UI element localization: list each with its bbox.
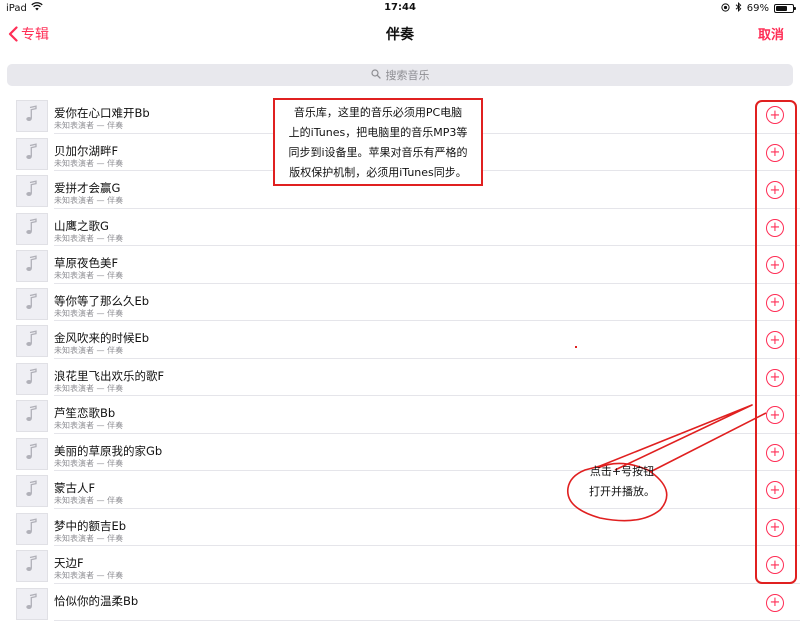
song-row[interactable]: 金风吹来的时候Eb未知表演者 — 伴奏+ <box>0 321 800 359</box>
song-title: 山鹰之歌G <box>54 218 109 234</box>
song-row[interactable]: 恰似你的温柔Bb + <box>0 584 800 621</box>
music-note-icon <box>25 518 39 540</box>
library-annotation: 音乐库，这里的音乐必须用PC电脑 上的iTunes，把电脑里的音乐MP3等 同步… <box>273 98 483 186</box>
song-row[interactable]: 蒙古人F未知表演者 — 伴奏+ <box>0 471 800 509</box>
artwork-placeholder <box>16 400 48 432</box>
music-note-icon <box>25 105 39 127</box>
song-row[interactable]: 山鹰之歌G未知表演者 — 伴奏+ <box>0 209 800 247</box>
song-row[interactable]: 浪花里飞出欢乐的歌F未知表演者 — 伴奏+ <box>0 359 800 397</box>
music-note-icon <box>25 555 39 577</box>
artwork-placeholder <box>16 175 48 207</box>
song-subtitle: 未知表演者 — 伴奏 <box>54 533 123 544</box>
song-subtitle: 未知表演者 — 伴奏 <box>54 158 123 169</box>
status-right: 69% <box>721 2 794 15</box>
cancel-button[interactable]: 取消 <box>758 24 784 43</box>
search-input[interactable]: 搜索音乐 <box>7 64 793 86</box>
search-placeholder: 搜索音乐 <box>386 67 430 83</box>
annotation-line: 音乐库，这里的音乐必须用PC电脑 <box>275 103 481 123</box>
music-note-icon <box>25 218 39 240</box>
song-subtitle: 未知表演者 — 伴奏 <box>54 233 123 244</box>
song-subtitle: 未知表演者 — 伴奏 <box>54 195 123 206</box>
song-title: 蒙古人F <box>54 480 95 496</box>
music-note-icon <box>25 405 39 427</box>
callout-line: 点击+号按钮 <box>572 462 672 482</box>
song-row[interactable]: 草原夜色美F未知表演者 — 伴奏+ <box>0 246 800 284</box>
artwork-placeholder <box>16 438 48 470</box>
song-subtitle: 未知表演者 — 伴奏 <box>54 120 123 131</box>
battery-icon <box>774 4 794 13</box>
music-note-icon <box>25 443 39 465</box>
artwork-placeholder <box>16 250 48 282</box>
song-title: 天边F <box>54 555 84 571</box>
battery-percent: 69% <box>747 3 769 14</box>
music-note-icon <box>25 480 39 502</box>
artwork-placeholder <box>16 550 48 582</box>
bluetooth-icon <box>735 2 742 15</box>
artwork-placeholder <box>16 588 48 620</box>
artwork-placeholder <box>16 475 48 507</box>
song-row[interactable]: 天边F未知表演者 — 伴奏+ <box>0 546 800 584</box>
annotation-line: 上的iTunes，把电脑里的音乐MP3等 <box>275 123 481 143</box>
music-note-icon <box>25 180 39 202</box>
song-title: 梦中的额吉Eb <box>54 518 126 534</box>
callout-line: 打开并播放。 <box>572 482 672 502</box>
song-row[interactable]: 梦中的额吉Eb未知表演者 — 伴奏+ <box>0 509 800 547</box>
song-title: 美丽的草原我的家Gb <box>54 443 162 459</box>
nav-bar: 专辑 伴奏 取消 <box>0 16 800 50</box>
song-title: 等你等了那么久Eb <box>54 293 149 309</box>
location-icon <box>721 3 730 15</box>
artwork-placeholder <box>16 288 48 320</box>
artwork-placeholder <box>16 138 48 170</box>
song-row[interactable]: 等你等了那么久Eb未知表演者 — 伴奏+ <box>0 284 800 322</box>
artwork-placeholder <box>16 213 48 245</box>
song-subtitle: 未知表演者 — 伴奏 <box>54 495 123 506</box>
add-buttons-highlight <box>755 100 797 584</box>
music-note-icon <box>25 143 39 165</box>
music-note-icon <box>25 330 39 352</box>
annotation-line: 版权保护机制，必须用iTunes同步。 <box>275 163 481 183</box>
add-song-button[interactable]: + <box>766 594 784 612</box>
music-note-icon <box>25 293 39 315</box>
song-subtitle: 未知表演者 — 伴奏 <box>54 420 123 431</box>
artwork-placeholder <box>16 100 48 132</box>
artwork-placeholder <box>16 363 48 395</box>
search-icon <box>371 69 381 82</box>
music-note-icon <box>25 255 39 277</box>
plus-circle-icon: + <box>770 596 781 609</box>
song-subtitle: 未知表演者 — 伴奏 <box>54 570 123 581</box>
add-callout-text: 点击+号按钮 打开并播放。 <box>572 462 672 502</box>
song-title: 贝加尔湖畔F <box>54 143 118 159</box>
song-subtitle: 未知表演者 — 伴奏 <box>54 270 123 281</box>
artwork-placeholder <box>16 513 48 545</box>
song-row[interactable]: 美丽的草原我的家Gb未知表演者 — 伴奏+ <box>0 434 800 472</box>
song-title: 恰似你的温柔Bb <box>54 593 138 609</box>
song-subtitle: 未知表演者 — 伴奏 <box>54 345 123 356</box>
annotation-dot <box>575 346 577 348</box>
status-time: 17:44 <box>0 2 800 13</box>
battery-fill <box>776 6 787 11</box>
page-title: 伴奏 <box>0 24 800 44</box>
song-title: 芦笙恋歌Bb <box>54 405 115 421</box>
annotation-line: 同步到i设备里。苹果对音乐有严格的 <box>275 143 481 163</box>
song-subtitle: 未知表演者 — 伴奏 <box>54 383 123 394</box>
music-note-icon <box>25 368 39 390</box>
status-bar: iPad 17:44 69% <box>0 0 800 16</box>
artwork-placeholder <box>16 325 48 357</box>
song-title: 草原夜色美F <box>54 255 118 271</box>
song-title: 爱拼才会赢G <box>54 180 120 196</box>
song-title: 爱你在心口难开Bb <box>54 105 150 121</box>
song-title: 浪花里飞出欢乐的歌F <box>54 368 164 384</box>
song-row[interactable]: 芦笙恋歌Bb未知表演者 — 伴奏+ <box>0 396 800 434</box>
song-title: 金风吹来的时候Eb <box>54 330 149 346</box>
song-subtitle: 未知表演者 — 伴奏 <box>54 308 123 319</box>
song-subtitle: 未知表演者 — 伴奏 <box>54 458 123 469</box>
music-note-icon <box>25 593 39 615</box>
